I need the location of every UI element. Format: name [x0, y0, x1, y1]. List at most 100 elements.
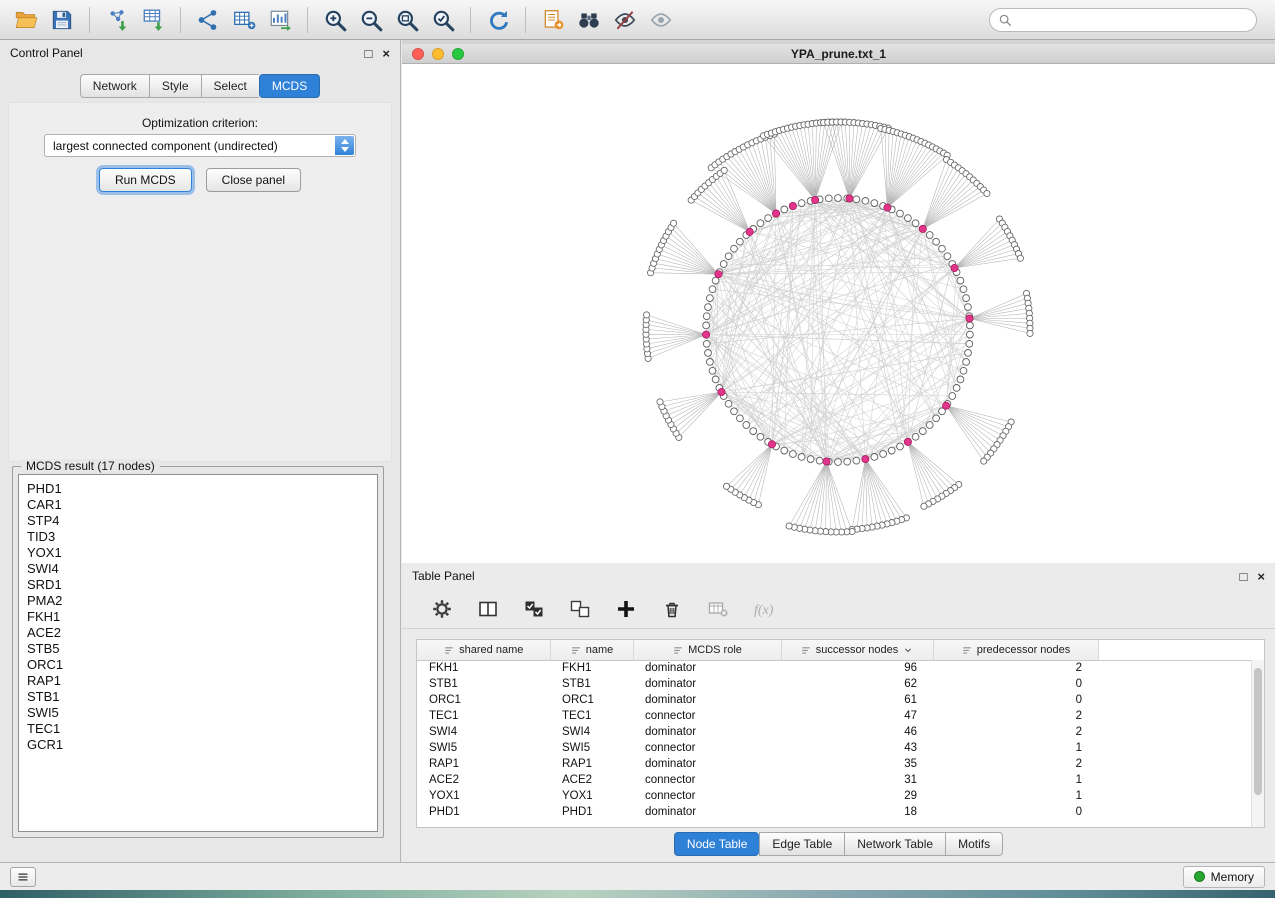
- eye-icon[interactable]: [646, 5, 676, 35]
- mcds-result-item[interactable]: SWI5: [27, 705, 369, 721]
- float-panel-icon[interactable]: □: [1240, 570, 1248, 583]
- export-document-icon[interactable]: [538, 5, 568, 35]
- column-header-mcds-role[interactable]: MCDS role: [633, 640, 781, 660]
- mcds-result-item[interactable]: STB5: [27, 641, 369, 657]
- run-mcds-button[interactable]: Run MCDS: [99, 168, 192, 192]
- trash-icon[interactable]: [659, 596, 685, 622]
- search-input[interactable]: [1018, 13, 1248, 27]
- column-header-successor-nodes[interactable]: successor nodes: [781, 640, 933, 660]
- scrollbar-thumb[interactable]: [1254, 668, 1262, 795]
- column-header-name[interactable]: name: [550, 640, 633, 660]
- mcds-result-item[interactable]: ACE2: [27, 625, 369, 641]
- network-view-window: YPA_prune.txt_1: [402, 44, 1275, 563]
- zoom-out-icon[interactable]: [356, 5, 386, 35]
- mcds-result-item[interactable]: SRD1: [27, 577, 369, 593]
- table-row[interactable]: ORC1ORC1dominator610: [417, 692, 1264, 708]
- table-delete-icon[interactable]: [705, 596, 731, 622]
- close-panel-button[interactable]: Close panel: [206, 168, 301, 192]
- column-menu-icon[interactable]: [443, 644, 455, 656]
- column-icon[interactable]: [475, 596, 501, 622]
- add-icon[interactable]: [613, 596, 639, 622]
- zoom-in-icon[interactable]: [320, 5, 350, 35]
- select-all-icon[interactable]: [521, 596, 547, 622]
- table-row[interactable]: SWI4SWI4dominator462: [417, 724, 1264, 740]
- mcds-result-item[interactable]: GCR1: [27, 737, 369, 753]
- tab-network[interactable]: Network: [80, 74, 149, 98]
- mcds-result-item[interactable]: STP4: [27, 513, 369, 529]
- mcds-result-item[interactable]: TID3: [27, 529, 369, 545]
- control-panel-header: Control Panel □ ×: [0, 40, 400, 66]
- mcds-result-item[interactable]: PHD1: [27, 481, 369, 497]
- export-image-icon[interactable]: [265, 5, 295, 35]
- eye-slash-icon[interactable]: [610, 5, 640, 35]
- mcds-result-item[interactable]: ORC1: [27, 657, 369, 673]
- mcds-result-item[interactable]: TEC1: [27, 721, 369, 737]
- column-header-shared-name[interactable]: shared name: [417, 640, 550, 660]
- search-box[interactable]: [989, 8, 1257, 32]
- column-header-predecessor-nodes[interactable]: predecessor nodes: [933, 640, 1098, 660]
- tab-style[interactable]: Style: [149, 74, 201, 98]
- refresh-icon[interactable]: [483, 5, 513, 35]
- select-stepper-icon[interactable]: [335, 136, 354, 155]
- row-filler: [1098, 660, 1264, 676]
- import-table-icon[interactable]: [138, 5, 168, 35]
- column-menu-icon[interactable]: [800, 644, 812, 656]
- criterion-select[interactable]: largest connected component (undirected): [44, 134, 356, 157]
- float-panel-icon[interactable]: □: [365, 47, 373, 60]
- window-close-icon[interactable]: [412, 48, 424, 60]
- column-menu-icon[interactable]: [672, 644, 684, 656]
- unselect-all-icon[interactable]: [567, 596, 593, 622]
- table-row[interactable]: SWI5SWI5connector431: [417, 740, 1264, 756]
- tab-motifs[interactable]: Motifs: [945, 832, 1003, 856]
- network-window-titlebar[interactable]: YPA_prune.txt_1: [402, 44, 1275, 64]
- table-row[interactable]: TEC1TEC1connector472: [417, 708, 1264, 724]
- zoom-selected-icon[interactable]: [428, 5, 458, 35]
- tab-edge-table[interactable]: Edge Table: [759, 832, 844, 856]
- chevron-down-icon[interactable]: [902, 644, 914, 656]
- cell-name: ORC1: [550, 692, 633, 708]
- table-row[interactable]: ACE2ACE2connector311: [417, 772, 1264, 788]
- mcds-result-item[interactable]: PMA2: [27, 593, 369, 609]
- mcds-result-item[interactable]: CAR1: [27, 497, 369, 513]
- toolbar-separator: [525, 7, 526, 33]
- open-file-icon[interactable]: [11, 5, 41, 35]
- close-panel-icon[interactable]: ×: [382, 47, 390, 60]
- column-menu-icon[interactable]: [570, 644, 582, 656]
- cell-predecessor-nodes: 1: [933, 788, 1098, 804]
- table-row[interactable]: STB1STB1dominator620: [417, 676, 1264, 692]
- cell-mcds-role: dominator: [633, 756, 781, 772]
- status-menu-button[interactable]: [10, 867, 36, 887]
- mcds-result-item[interactable]: STB1: [27, 689, 369, 705]
- memory-button[interactable]: Memory: [1183, 866, 1265, 888]
- table-row[interactable]: YOX1YOX1connector291: [417, 788, 1264, 804]
- mcds-result-list: PHD1CAR1STP4TID3YOX1SWI4SRD1PMA2FKH1ACE2…: [19, 475, 377, 759]
- gear-icon[interactable]: [429, 596, 455, 622]
- mcds-result-item[interactable]: RAP1: [27, 673, 369, 689]
- cell-predecessor-nodes: 2: [933, 756, 1098, 772]
- mcds-result-item[interactable]: YOX1: [27, 545, 369, 561]
- import-network-icon[interactable]: [102, 5, 132, 35]
- tab-node-table[interactable]: Node Table: [674, 832, 760, 856]
- column-menu-icon[interactable]: [961, 644, 973, 656]
- save-icon[interactable]: [47, 5, 77, 35]
- tab-select[interactable]: Select: [201, 74, 259, 98]
- new-table-icon[interactable]: [229, 5, 259, 35]
- table-row[interactable]: RAP1RAP1dominator352: [417, 756, 1264, 772]
- fx-icon[interactable]: f(x): [751, 596, 777, 622]
- table-row[interactable]: FKH1FKH1dominator962: [417, 660, 1264, 676]
- window-maximize-icon[interactable]: [452, 48, 464, 60]
- window-minimize-icon[interactable]: [432, 48, 444, 60]
- mcds-result-scrollpane[interactable]: PHD1CAR1STP4TID3YOX1SWI4SRD1PMA2FKH1ACE2…: [18, 474, 378, 832]
- tab-mcds[interactable]: MCDS: [259, 74, 320, 98]
- zoom-fit-icon[interactable]: [392, 5, 422, 35]
- mcds-result-item[interactable]: FKH1: [27, 609, 369, 625]
- new-network-icon[interactable]: [193, 5, 223, 35]
- close-panel-icon[interactable]: ×: [1257, 570, 1265, 583]
- mcds-result-box: MCDS result (17 nodes) PHD1CAR1STP4TID3Y…: [12, 466, 384, 838]
- binoculars-icon[interactable]: [574, 5, 604, 35]
- mcds-result-item[interactable]: SWI4: [27, 561, 369, 577]
- table-scrollbar[interactable]: [1251, 660, 1264, 827]
- table-row[interactable]: PHD1PHD1dominator180: [417, 804, 1264, 820]
- tab-network-table[interactable]: Network Table: [844, 832, 945, 856]
- network-canvas[interactable]: [402, 64, 1275, 563]
